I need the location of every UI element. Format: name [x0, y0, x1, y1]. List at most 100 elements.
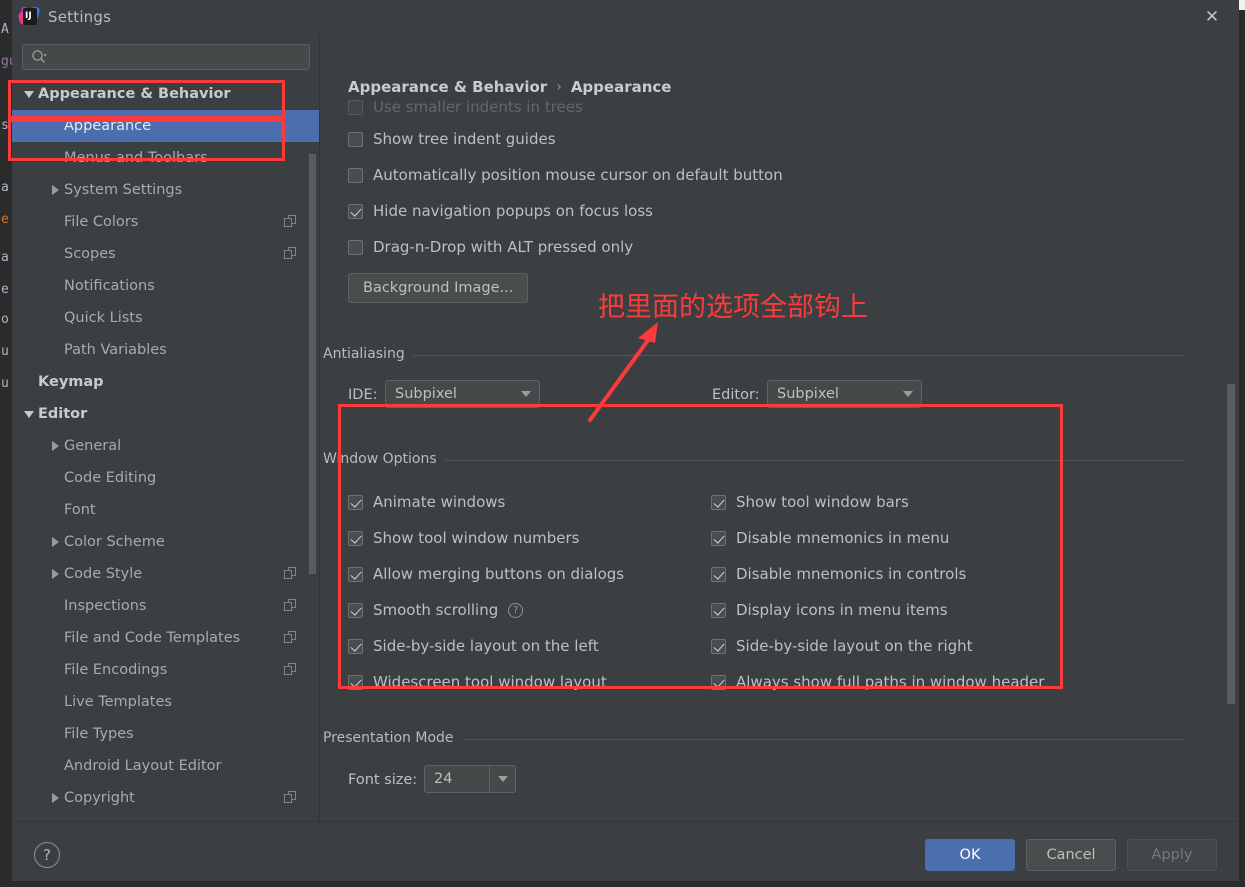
chevron-down-icon[interactable]: [513, 381, 539, 407]
sidebar-item-keymap[interactable]: Keymap: [12, 366, 320, 398]
checkbox-side-by-side-layout-on-the-right[interactable]: [711, 638, 726, 654]
cancel-button[interactable]: Cancel: [1026, 838, 1116, 871]
chevron-down-icon[interactable]: [22, 90, 36, 98]
checkbox-allow-merging-buttons-on-dialogs[interactable]: [348, 566, 363, 582]
sidebar-item-inspection-profiles[interactable]: Inspection Profiles: [12, 814, 320, 821]
chevron-right-icon[interactable]: [48, 569, 62, 579]
sidebar-item-appearance-behavior[interactable]: Appearance & Behavior: [12, 78, 320, 110]
sidebar-item-code-style[interactable]: Code Style: [12, 558, 320, 590]
option-side-by-side-layout-on-the-right[interactable]: Side-by-side layout on the right: [711, 637, 973, 655]
checkbox-show-tree-indent-guides[interactable]: [348, 131, 363, 147]
option-always-show-full-paths-in-window-header[interactable]: Always show full paths in window header: [711, 673, 1044, 691]
chevron-down-icon[interactable]: [489, 766, 515, 792]
sidebar-item-system-settings[interactable]: System Settings: [12, 174, 320, 206]
chevron-down-icon[interactable]: [895, 381, 921, 407]
sidebar-item-label: Color Scheme: [64, 534, 165, 550]
option-smooth-scrolling[interactable]: Smooth scrolling?: [348, 601, 524, 619]
checkbox-display-icons-in-menu-items[interactable]: [711, 602, 726, 618]
sidebar-item-file-encodings[interactable]: File Encodings: [12, 654, 320, 686]
sidebar-item-path-variables[interactable]: Path Variables: [12, 334, 320, 366]
option-label: Always show full paths in window header: [736, 673, 1045, 691]
settings-scroll-area: Use smaller indents in trees Show tree i…: [320, 98, 1239, 821]
chevron-down-icon[interactable]: [22, 410, 36, 418]
search-container: [12, 34, 320, 76]
settings-content-pane: Use smaller indents in trees Show tree i…: [320, 34, 1239, 821]
sidebar-item-quick-lists[interactable]: Quick Lists: [12, 302, 320, 334]
copy-settings-icon[interactable]: [284, 215, 298, 229]
checkbox-show-tool-window-bars[interactable]: [711, 494, 726, 510]
option-allow-merging-buttons-on-dialogs[interactable]: Allow merging buttons on dialogs: [348, 565, 624, 583]
checkbox-smooth-scrolling[interactable]: [348, 602, 363, 618]
sidebar-item-font[interactable]: Font: [12, 494, 320, 526]
background-image-button[interactable]: Background Image...: [348, 273, 529, 303]
option-disable-mnemonics-in-controls[interactable]: Disable mnemonics in controls: [711, 565, 966, 583]
chevron-right-icon[interactable]: [48, 185, 62, 195]
sidebar-item-notifications[interactable]: Notifications: [12, 270, 320, 302]
content-scrollbar-thumb[interactable]: [1227, 384, 1235, 704]
question-mark-icon[interactable]: ?: [34, 841, 60, 868]
chevron-right-icon[interactable]: [48, 537, 62, 547]
close-icon[interactable]: ✕: [1199, 5, 1225, 29]
sidebar-item-file-types[interactable]: File Types: [12, 718, 320, 750]
apply-button[interactable]: Apply: [1127, 838, 1217, 871]
sidebar-item-general[interactable]: General: [12, 430, 320, 462]
search-box[interactable]: [22, 44, 310, 70]
option-hide-navigation-popups[interactable]: Hide navigation popups on focus loss: [348, 202, 653, 220]
copy-settings-icon[interactable]: [284, 247, 298, 261]
settings-tree[interactable]: Appearance & Behavior Appearance Menus and…: [12, 76, 320, 821]
checkbox-disable-mnemonics-in-controls[interactable]: [711, 566, 726, 582]
breadcrumb-root[interactable]: Appearance & Behavior: [348, 78, 547, 96]
sidebar-item-file-colors[interactable]: File Colors: [12, 206, 320, 238]
option-display-icons-in-menu-items[interactable]: Display icons in menu items: [711, 601, 948, 619]
copy-settings-icon[interactable]: [284, 791, 298, 805]
sidebar-item-copyright[interactable]: Copyright: [12, 782, 320, 814]
font-size-select[interactable]: 24: [424, 765, 516, 793]
copy-settings-icon[interactable]: [284, 631, 298, 645]
sidebar-item-android-layout-editor[interactable]: Android Layout Editor: [12, 750, 320, 782]
chevron-right-icon[interactable]: [48, 441, 62, 451]
search-input[interactable]: [47, 48, 309, 66]
copy-settings-icon[interactable]: [284, 599, 298, 613]
option-drag-n-drop-alt[interactable]: Drag-n-Drop with ALT pressed only: [348, 238, 633, 256]
checkbox-show-tool-window-numbers[interactable]: [348, 530, 363, 546]
checkbox-disable-mnemonics-in-menu[interactable]: [711, 530, 726, 546]
checkbox-drag-n-drop-alt[interactable]: [348, 239, 363, 255]
option-animate-windows[interactable]: Animate windows: [348, 493, 505, 511]
sidebar-item-code-editing[interactable]: Code Editing: [12, 462, 320, 494]
checkbox-use-smaller-indents[interactable]: [348, 99, 363, 115]
chevron-right-icon[interactable]: [48, 793, 62, 803]
sidebar-item-inspections[interactable]: Inspections: [12, 590, 320, 622]
sidebar-item-scopes[interactable]: Scopes: [12, 238, 320, 270]
sidebar-item-editor[interactable]: Editor: [12, 398, 320, 430]
sidebar-item-label: Live Templates: [64, 694, 172, 710]
copy-settings-icon[interactable]: [284, 663, 298, 677]
checkbox-hide-navigation-popups[interactable]: [348, 203, 363, 219]
option-auto-position-cursor[interactable]: Automatically position mouse cursor on d…: [348, 166, 783, 184]
sidebar-scrollbar-thumb[interactable]: [309, 154, 316, 574]
copy-settings-icon[interactable]: [284, 567, 298, 581]
help-icon[interactable]: ?: [508, 602, 524, 618]
checkbox-widescreen-tool-window-layout[interactable]: [348, 674, 363, 690]
checkbox-auto-position-cursor[interactable]: [348, 167, 363, 183]
option-side-by-side-layout-on-the-left[interactable]: Side-by-side layout on the left: [348, 637, 599, 655]
checkbox-side-by-side-layout-on-the-left[interactable]: [348, 638, 363, 654]
checkbox-animate-windows[interactable]: [348, 494, 363, 510]
option-show-tree-indent-guides[interactable]: Show tree indent guides: [348, 130, 556, 148]
ok-button[interactable]: OK: [925, 838, 1015, 871]
option-show-tool-window-bars[interactable]: Show tool window bars: [711, 493, 909, 511]
sidebar-item-live-templates[interactable]: Live Templates: [12, 686, 320, 718]
checkbox-always-show-full-paths-in-window-header[interactable]: [711, 674, 726, 690]
sidebar-item-color-scheme[interactable]: Color Scheme: [12, 526, 320, 558]
dialog-titlebar: IJ Settings ✕: [12, 0, 1239, 34]
sidebar-item-appearance[interactable]: Appearance: [12, 110, 320, 142]
ide-antialiasing-select[interactable]: Subpixel: [385, 380, 540, 408]
editor-antialiasing-select[interactable]: Subpixel: [767, 380, 922, 408]
sidebar-item-menus-and-toolbars[interactable]: Menus and Toolbars: [12, 142, 320, 174]
sidebar-item-file-and-code-templates[interactable]: File and Code Templates: [12, 622, 320, 654]
option-use-smaller-indents[interactable]: Use smaller indents in trees: [348, 98, 583, 116]
option-widescreen-tool-window-layout[interactable]: Widescreen tool window layout: [348, 673, 607, 691]
option-disable-mnemonics-in-menu[interactable]: Disable mnemonics in menu: [711, 529, 949, 547]
ide-antialiasing-value: Subpixel: [395, 386, 457, 402]
window-options-group-title: Window Options: [323, 451, 445, 467]
option-show-tool-window-numbers[interactable]: Show tool window numbers: [348, 529, 579, 547]
